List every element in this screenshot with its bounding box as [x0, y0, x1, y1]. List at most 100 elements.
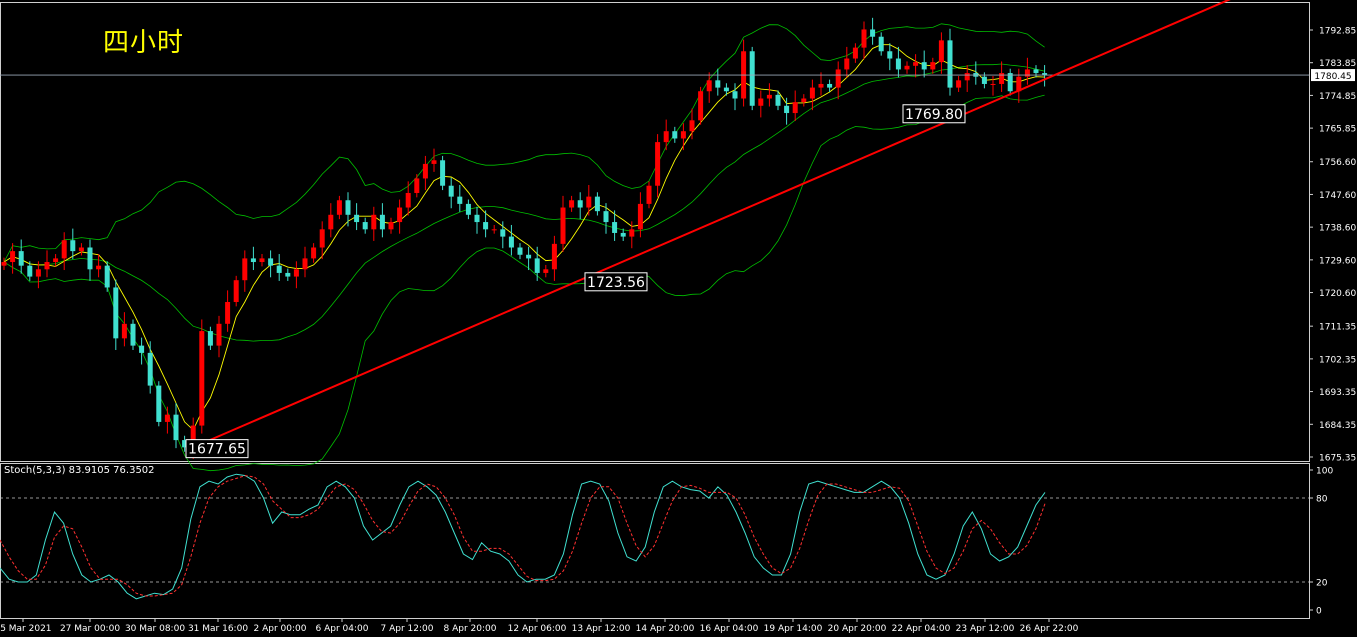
candle-body	[844, 58, 850, 70]
candle-body	[878, 36, 884, 52]
price-annotation-label: 1769.80	[905, 107, 963, 123]
y-tick-label: 1711.35	[1319, 323, 1356, 333]
candle-body	[852, 47, 858, 59]
y-tick-label: 1783.85	[1319, 59, 1356, 69]
candle-body	[53, 258, 59, 263]
candle-body	[827, 83, 833, 88]
candle-body	[603, 211, 609, 223]
candle-body	[483, 222, 489, 230]
y-tick-label: 1738.60	[1319, 224, 1356, 234]
candle-body	[500, 229, 506, 237]
x-tick-label: 16 Apr 04:00	[700, 624, 759, 634]
candle-body	[526, 254, 532, 259]
x-tick-label: 14 Apr 20:00	[636, 624, 695, 634]
candle-body	[775, 94, 781, 106]
stoch-main-line	[0, 473, 1046, 600]
candle-body	[672, 131, 678, 139]
candle-body	[405, 192, 411, 208]
candle-body	[474, 214, 480, 223]
price-annotation-label: 1677.65	[188, 442, 246, 458]
x-tick-label: 8 Apr 20:00	[444, 624, 497, 634]
candle-body	[44, 262, 50, 270]
candle-body	[861, 29, 867, 48]
y-tick-label: 1765.85	[1319, 125, 1356, 135]
candle-body	[560, 207, 566, 244]
candle-body	[818, 83, 824, 88]
candle-body	[594, 196, 600, 212]
candle-body	[87, 247, 93, 270]
candle-body	[1007, 73, 1013, 92]
candle-body	[981, 76, 987, 84]
candle-body	[465, 203, 471, 215]
candle-body	[1, 262, 7, 266]
candle-body	[887, 51, 893, 59]
candle-body	[921, 62, 927, 70]
candle-body	[78, 247, 84, 252]
candle-body	[199, 331, 205, 426]
candle-body	[784, 105, 790, 114]
candle-body	[732, 91, 738, 99]
candle-body	[895, 58, 901, 70]
candle-body	[964, 73, 970, 81]
x-tick-label: 2 Apr 00:00	[254, 624, 307, 634]
candle-body	[207, 331, 213, 346]
y-tick-label: 1774.85	[1319, 92, 1356, 102]
candle-body	[758, 98, 764, 106]
candle-body	[268, 258, 274, 266]
y-tick-label: 1720.60	[1319, 289, 1356, 299]
candle-body	[397, 207, 403, 223]
candle-body	[809, 87, 815, 99]
stoch-y-tick-label: 20	[1316, 579, 1328, 589]
candle-body	[35, 269, 41, 277]
candle-body	[414, 178, 420, 193]
x-tick-label: 20 Apr 20:00	[828, 624, 887, 634]
candle-body	[104, 265, 110, 288]
candle-body	[302, 258, 308, 270]
candle-body	[448, 185, 454, 197]
candle-body	[680, 131, 686, 139]
candle-body	[1033, 69, 1039, 74]
stoch-y-tick-label: 0	[1316, 607, 1322, 617]
candle-body	[27, 265, 33, 277]
moving-average-line	[3, 44, 1045, 431]
candle-body	[121, 323, 127, 339]
candle-body	[706, 80, 712, 92]
x-tick-label: 6 Apr 04:00	[316, 624, 369, 634]
y-tick-label: 1702.35	[1319, 355, 1356, 365]
candle-body	[663, 131, 669, 143]
candle-body	[164, 414, 170, 422]
candle-body	[938, 40, 944, 63]
x-tick-label: 23 Apr 12:00	[956, 624, 1015, 634]
candle-body	[543, 269, 549, 273]
candle-body	[517, 247, 523, 255]
candle-body	[233, 280, 239, 303]
candle-body	[156, 385, 162, 422]
stoch-y-tick-label: 80	[1316, 495, 1328, 505]
candle-body	[508, 236, 514, 248]
candle-body	[947, 40, 953, 88]
y-tick-label: 1747.60	[1319, 191, 1356, 201]
candle-body	[147, 352, 153, 386]
price-panel-frame	[0, 2, 1310, 462]
candle-body	[904, 65, 910, 70]
candle-body	[646, 185, 652, 204]
candle-body	[491, 229, 497, 231]
candle-body	[1042, 73, 1048, 75]
timeframe-label: 四小时	[103, 28, 185, 58]
candle-body	[139, 345, 145, 353]
candle-body	[930, 62, 936, 70]
candle-body	[534, 258, 540, 273]
candle-body	[1024, 69, 1030, 77]
candle-body	[440, 160, 446, 186]
candle-body	[311, 247, 317, 259]
y-tick-label: 1792.85	[1319, 27, 1356, 37]
candle-body	[379, 214, 385, 230]
candle-body	[173, 414, 179, 441]
candle-body	[956, 80, 962, 88]
candle-body	[388, 222, 394, 230]
candle-body	[620, 232, 626, 237]
bollinger-upper	[3, 23, 1045, 263]
candle-body	[285, 272, 291, 277]
candle-body	[242, 258, 248, 281]
candle-body	[61, 240, 67, 259]
